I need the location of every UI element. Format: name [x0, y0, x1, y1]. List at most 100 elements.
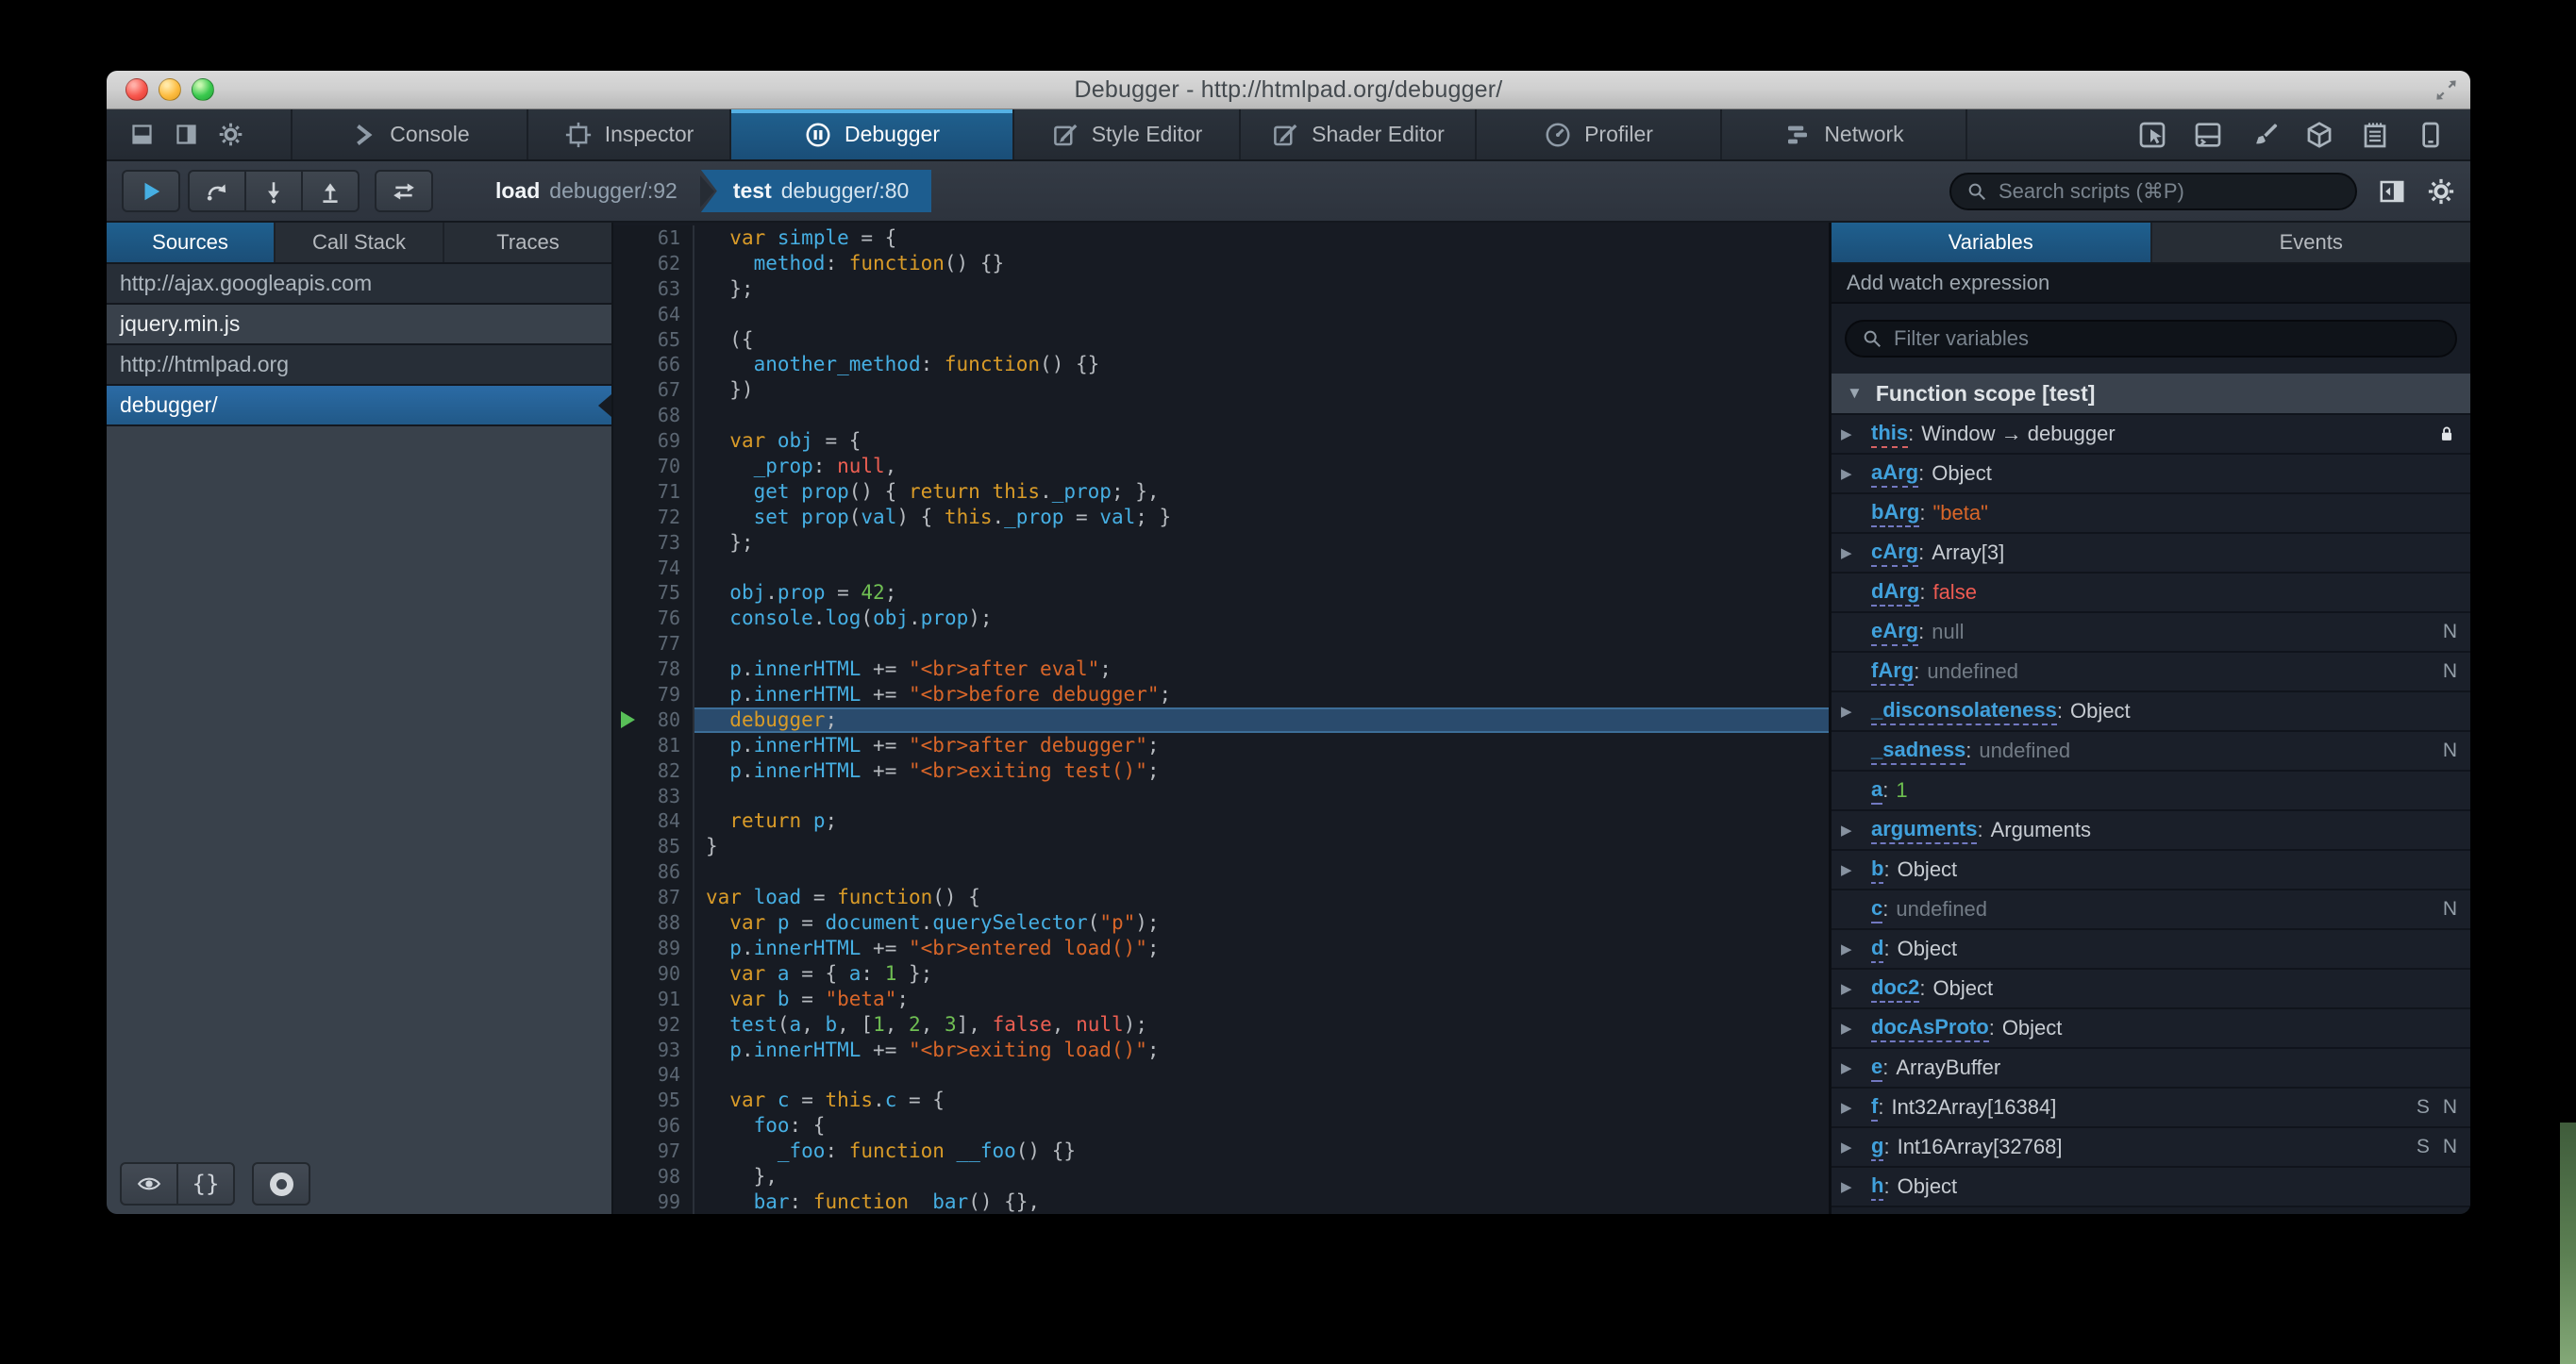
line-number[interactable]: 91	[613, 986, 694, 1012]
step-over-button[interactable]	[188, 170, 246, 212]
zoom-button[interactable]	[192, 78, 214, 101]
stack-frame[interactable]: test debugger/:80	[700, 170, 932, 212]
tab-sources[interactable]: Sources	[107, 223, 276, 262]
variable-row[interactable]: ▶ _disconsolateness: Object	[1832, 692, 2470, 732]
line-number[interactable]: 75	[613, 580, 694, 607]
expand-arrow-icon[interactable]: ▶	[1841, 1178, 1871, 1195]
expand-arrow-icon[interactable]: ▶	[1841, 822, 1871, 839]
expand-arrow-icon[interactable]: ▶	[1841, 544, 1871, 561]
add-watch-expression[interactable]: Add watch expression	[1832, 264, 2470, 304]
scratchpad-icon[interactable]	[2360, 120, 2390, 150]
expand-arrow-icon[interactable]: ▶	[1841, 940, 1871, 957]
expand-arrow-icon[interactable]: ▶	[1841, 980, 1871, 997]
tilt-3d-icon[interactable]	[2304, 120, 2334, 150]
source-item[interactable]: jquery.min.js	[107, 305, 611, 345]
dock-side-icon[interactable]	[174, 122, 199, 147]
source-item[interactable]: debugger/	[107, 386, 611, 426]
variable-filter-input[interactable]	[1892, 325, 2440, 352]
close-button[interactable]	[125, 78, 148, 101]
variable-row[interactable]: _sadness: undefined N	[1832, 732, 2470, 772]
expand-arrow-icon[interactable]: ▶	[1841, 703, 1871, 720]
step-out-button[interactable]	[301, 170, 360, 212]
variable-row[interactable]: bArg: "beta"	[1832, 494, 2470, 534]
line-number[interactable]: 81	[613, 732, 694, 758]
line-number[interactable]: 99	[613, 1189, 694, 1214]
line-number[interactable]: 87	[613, 885, 694, 911]
tab-profiler[interactable]: Profiler	[1477, 109, 1722, 159]
line-number[interactable]: 66	[613, 352, 694, 378]
tab-call-stack[interactable]: Call Stack	[276, 223, 444, 262]
stack-frame[interactable]: load debugger/:92	[473, 170, 700, 212]
resume-button[interactable]	[122, 170, 180, 212]
tab-debugger[interactable]: Debugger	[731, 109, 1014, 159]
variable-row[interactable]: ▶ e: ArrayBuffer	[1832, 1049, 2470, 1089]
resize-arrows-icon[interactable]	[2434, 77, 2459, 103]
line-number[interactable]: 93	[613, 1037, 694, 1063]
line-number[interactable]: 73	[613, 529, 694, 556]
line-number[interactable]: 74	[613, 555, 694, 581]
variable-row[interactable]: ▶ arguments: Arguments	[1832, 811, 2470, 851]
expand-arrow-icon[interactable]: ▶	[1841, 1059, 1871, 1076]
responsive-mode-icon[interactable]	[2416, 120, 2446, 150]
line-number[interactable]: 83	[613, 783, 694, 809]
line-number[interactable]: 67	[613, 377, 694, 404]
variable-row[interactable]: ▶ doc2: Object	[1832, 970, 2470, 1009]
tab-style-editor[interactable]: Style Editor	[1014, 109, 1241, 159]
tab-console[interactable]: Console	[293, 109, 528, 159]
step-in-button[interactable]	[244, 170, 303, 212]
gear-icon[interactable]	[218, 122, 243, 147]
pause-on-exceptions-button[interactable]	[252, 1162, 310, 1206]
script-search-input[interactable]	[1997, 177, 2340, 205]
line-number[interactable]: 70	[613, 454, 694, 479]
tab-network[interactable]: Network	[1722, 109, 1967, 159]
line-number[interactable]: 98	[613, 1163, 694, 1189]
tab-traces[interactable]: Traces	[444, 223, 611, 262]
line-number[interactable]: 94	[613, 1062, 694, 1089]
line-number[interactable]: 96	[613, 1113, 694, 1139]
tab-events[interactable]: Events	[2152, 223, 2471, 262]
scope-header[interactable]: ▼ Function scope [test]	[1832, 374, 2470, 415]
variable-row[interactable]: ▶ h: Object	[1832, 1168, 2470, 1207]
toggle-panes-icon[interactable]	[2378, 177, 2406, 206]
minimize-button[interactable]	[159, 78, 181, 101]
line-number[interactable]: 79	[613, 682, 694, 707]
line-number[interactable]: 86	[613, 859, 694, 886]
source-group[interactable]: http://htmlpad.org	[107, 345, 611, 386]
line-number[interactable]: 71	[613, 478, 694, 505]
toggle-tracing-button[interactable]	[375, 170, 433, 212]
variable-row[interactable]: fArg: undefined N	[1832, 653, 2470, 692]
debugger-settings-gear-icon[interactable]	[2427, 177, 2455, 206]
dock-bottom-icon[interactable]	[129, 122, 155, 147]
line-number[interactable]: 90	[613, 960, 694, 987]
variable-row[interactable]: ▶ d: Object	[1832, 930, 2470, 970]
tab-shader-editor[interactable]: Shader Editor	[1241, 109, 1477, 159]
expand-arrow-icon[interactable]: ▶	[1841, 861, 1871, 878]
line-number[interactable]: 63	[613, 275, 694, 302]
line-number[interactable]: 80	[613, 707, 694, 733]
line-number[interactable]: 64	[613, 301, 694, 327]
line-number[interactable]: 95	[613, 1088, 694, 1114]
code-editor[interactable]: 61 var simple = {62 method: function() {…	[613, 223, 1829, 1214]
expand-arrow-icon[interactable]: ▶	[1841, 1139, 1871, 1156]
variable-row[interactable]: eArg: null N	[1832, 613, 2470, 653]
line-number[interactable]: 88	[613, 910, 694, 936]
blackbox-source-button[interactable]	[120, 1162, 178, 1206]
variable-row[interactable]: c: undefined N	[1832, 890, 2470, 930]
line-number[interactable]: 68	[613, 403, 694, 429]
line-number[interactable]: 69	[613, 428, 694, 455]
tab-inspector[interactable]: Inspector	[528, 109, 731, 159]
paint-brush-icon[interactable]	[2249, 120, 2279, 150]
line-number[interactable]: 78	[613, 657, 694, 683]
expand-arrow-icon[interactable]: ▶	[1841, 1020, 1871, 1037]
variable-row[interactable]: dArg: false	[1832, 574, 2470, 613]
line-number[interactable]: 65	[613, 326, 694, 353]
line-number[interactable]: 62	[613, 250, 694, 276]
variable-row[interactable]: ▶ docAsProto: Object	[1832, 1009, 2470, 1049]
variable-row[interactable]: ▶ aArg: Object	[1832, 455, 2470, 494]
variable-row[interactable]: ▶ b: Object	[1832, 851, 2470, 890]
expand-arrow-icon[interactable]: ▶	[1841, 425, 1871, 442]
expand-arrow-icon[interactable]: ▶	[1841, 1099, 1871, 1116]
line-number[interactable]: 85	[613, 834, 694, 860]
variable-row[interactable]: ▶ cArg: Array[3]	[1832, 534, 2470, 574]
line-number[interactable]: 89	[613, 935, 694, 961]
